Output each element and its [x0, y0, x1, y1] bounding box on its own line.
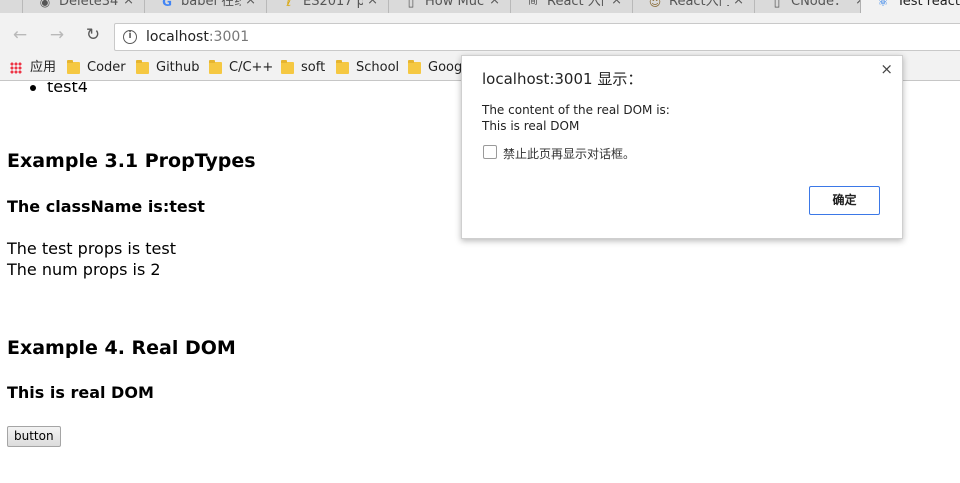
tab-cnode[interactable]: ▯ CNode： × [754, 0, 876, 13]
tab-title: How Much [425, 0, 485, 9]
github-icon: ◉ [39, 0, 51, 9]
folder-icon [336, 60, 349, 74]
reload-icon[interactable]: ↻ [83, 25, 103, 45]
url-port: :3001 [208, 29, 250, 45]
page-icon: ▯ [773, 0, 781, 9]
link-icon: ℓ [286, 0, 292, 9]
tab-close-icon[interactable]: × [733, 0, 744, 9]
tab-test-react[interactable]: ⚛ Test react [860, 0, 960, 13]
folder-icon [408, 60, 421, 74]
tab-close-icon[interactable]: × [245, 0, 256, 9]
browser-toolbar: ← → ↻ i localhost:3001 [0, 13, 960, 56]
num-props-line: The num props is 2 [7, 260, 161, 279]
folder-icon [136, 60, 149, 74]
bookmark-label: School [356, 60, 400, 75]
tab-how-much[interactable]: ▯ How Much × [388, 0, 510, 13]
example-3-1-heading: Example 3.1 PropTypes [7, 150, 256, 172]
forward-arrow-icon[interactable]: → [47, 25, 67, 45]
test-props-line: The test props is test [7, 239, 176, 258]
tab-close-icon[interactable]: × [123, 0, 134, 9]
back-arrow-icon[interactable]: ← [10, 25, 30, 45]
bookmark-label: Coder [87, 60, 126, 75]
bookmark-label: soft [301, 60, 326, 75]
tab-babel[interactable]: G babel 在线 × [144, 0, 266, 13]
real-dom-button[interactable]: button [7, 426, 61, 447]
tab-title: CNode： [791, 0, 848, 9]
list-item-text: test4 [47, 82, 88, 96]
tab-strip: ◉ Delete3400 × G babel 在线 × ℓ ES2017 pr … [0, 0, 960, 13]
tab-react-intro[interactable]: 简 React 入门 × [510, 0, 632, 13]
bookmark-label: Github [156, 60, 200, 75]
tab-close-icon[interactable]: × [489, 0, 500, 9]
tab-title: ES2017 pr [303, 0, 363, 9]
jianshu-icon: 简 [528, 0, 538, 7]
bookmark-label: C/C++ [229, 60, 274, 75]
google-icon: G [162, 0, 172, 9]
tab-title: babel 在线 [181, 0, 241, 9]
tab-title: React入门 [669, 0, 729, 9]
folder-icon [209, 60, 222, 74]
folder-icon [281, 60, 294, 74]
apps-grid-icon [10, 62, 22, 74]
example-4-heading: Example 4. Real DOM [7, 337, 236, 359]
folder-icon [67, 60, 80, 74]
avatar-icon: ☺ [648, 0, 662, 9]
dialog-title: localhost:3001 显示： [482, 70, 643, 88]
tab-close-icon[interactable]: × [367, 0, 378, 9]
classname-line: The className is:test [7, 197, 205, 216]
address-bar[interactable]: i localhost:3001 [114, 23, 960, 51]
url-host: localhost [146, 29, 209, 45]
tab-delete3400[interactable]: ◉ Delete3400 × [22, 0, 144, 13]
dialog-message-line-1: The content of the real DOM is: [482, 103, 670, 117]
suppress-dialogs-label[interactable]: 禁止此页再显示对话框。 [503, 145, 635, 162]
tab-es2017[interactable]: ℓ ES2017 pr × [266, 0, 388, 13]
alert-dialog: localhost:3001 显示： × The content of the … [461, 55, 903, 239]
tab-title: Test react [897, 0, 960, 9]
bookmark-label: 应用 [30, 60, 57, 75]
close-icon[interactable]: × [880, 60, 893, 78]
react-icon: ⚛ [877, 0, 889, 9]
page-icon: ▯ [407, 0, 415, 9]
tab-react-intro-2[interactable]: ☺ React入门 × [632, 0, 754, 13]
tab-title: React 入门 [547, 0, 607, 9]
tab-title: Delete3400 [59, 0, 119, 9]
tab-close-icon[interactable]: × [611, 0, 622, 9]
real-dom-subheading: This is real DOM [7, 383, 154, 402]
site-info-icon[interactable]: i [123, 30, 137, 44]
dialog-message-line-2: This is real DOM [482, 119, 580, 133]
ok-button[interactable]: 确定 [809, 186, 880, 215]
address-url: localhost:3001 [146, 24, 249, 50]
suppress-dialogs-checkbox[interactable] [483, 145, 497, 159]
